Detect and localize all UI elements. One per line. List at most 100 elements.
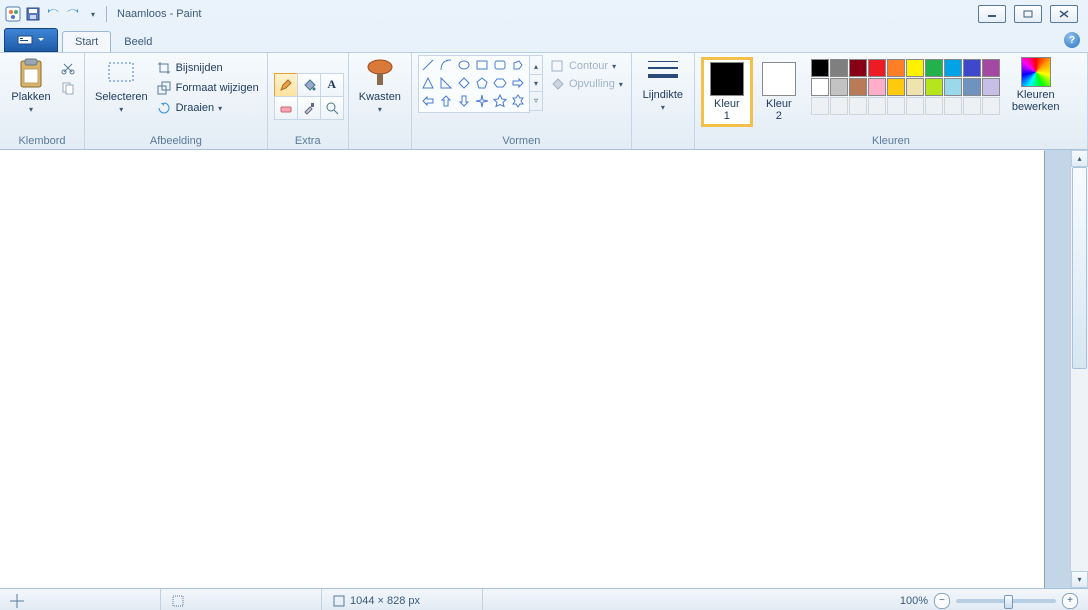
paint-window: ▾ Naamloos - Paint Start Beeld ? Plakken… [0, 0, 1088, 610]
color-swatch[interactable] [811, 59, 829, 77]
pencil-tool[interactable] [274, 73, 298, 97]
kwasten-button[interactable]: Kwasten▾ [355, 55, 405, 118]
scroll-down-arrow[interactable]: ▾ [1071, 571, 1088, 588]
bijsnijden-button[interactable]: Bijsnijden [154, 59, 261, 77]
plakken-label: Plakken [11, 91, 50, 103]
star5-icon [493, 94, 507, 108]
color-swatch-empty[interactable] [906, 97, 924, 115]
canvas[interactable] [0, 150, 1044, 588]
scroll-up-arrow[interactable]: ▴ [1071, 150, 1088, 167]
color-swatch-empty[interactable] [982, 97, 1000, 115]
help-icon[interactable]: ? [1064, 32, 1080, 48]
minimize-button[interactable] [978, 5, 1006, 23]
color-swatch[interactable] [982, 59, 1000, 77]
workspace: ▴ ▾ [0, 150, 1088, 588]
color-swatch-empty[interactable] [811, 97, 829, 115]
contour-button[interactable]: Contour ▾ [547, 57, 625, 75]
app-icon[interactable] [4, 5, 22, 23]
color-swatch[interactable] [830, 59, 848, 77]
crop-icon [156, 60, 172, 76]
color-swatch[interactable] [944, 78, 962, 96]
kleur2-button[interactable]: Kleur 2 [753, 57, 805, 127]
color-swatch[interactable] [906, 59, 924, 77]
color-swatch[interactable] [982, 78, 1000, 96]
plakken-button[interactable]: Plakken▾ [6, 55, 56, 118]
pentagon-icon [475, 76, 489, 90]
group-afbeelding: Selecteren▾ Bijsnijden Formaat wijzigen … [85, 53, 268, 149]
group-klembord: Plakken▾ Klembord [0, 53, 85, 149]
opvulling-button[interactable]: Opvulling ▾ [547, 75, 625, 93]
color-swatch[interactable] [849, 59, 867, 77]
picker-tool[interactable] [297, 96, 321, 120]
color-swatch[interactable] [963, 78, 981, 96]
color-swatch[interactable] [944, 59, 962, 77]
undo-icon[interactable] [44, 5, 62, 23]
magnifier-tool[interactable] [320, 96, 344, 120]
color-swatch-empty[interactable] [925, 97, 943, 115]
canvas-size-icon [332, 594, 346, 608]
triangle-icon [421, 76, 435, 90]
color-swatch-empty[interactable] [830, 97, 848, 115]
star6-icon [511, 94, 525, 108]
color-swatch-empty[interactable] [887, 97, 905, 115]
arrow-right-icon [511, 76, 525, 90]
cursor-pos-cell [0, 589, 161, 610]
file-menu-button[interactable] [4, 28, 58, 52]
shapes-scroll-down[interactable]: ▾ [530, 74, 542, 91]
color-swatch[interactable] [963, 59, 981, 77]
zoom-slider[interactable] [956, 599, 1056, 603]
eraser-tool[interactable] [274, 96, 298, 120]
shapes-scroll-up[interactable]: ▴ [530, 58, 542, 74]
color-swatch[interactable] [925, 59, 943, 77]
shapes-expand[interactable]: ▿ [530, 91, 542, 108]
color-swatch[interactable] [906, 78, 924, 96]
rotate-icon [156, 100, 172, 116]
shapes-gallery[interactable] [418, 55, 530, 113]
color-swatch[interactable] [849, 78, 867, 96]
qat-customize-icon[interactable]: ▾ [84, 5, 102, 23]
tab-beeld[interactable]: Beeld [111, 31, 165, 52]
color-swatch[interactable] [925, 78, 943, 96]
color-swatch-empty[interactable] [868, 97, 886, 115]
lijndikte-button[interactable]: Lijndikte▾ [638, 55, 688, 116]
fill-tool[interactable] [297, 73, 321, 97]
close-button[interactable] [1050, 5, 1078, 23]
kleur1-button[interactable]: Kleur 1 [701, 57, 753, 127]
cut-button[interactable] [58, 59, 78, 77]
oval-icon [457, 58, 471, 72]
color-swatch[interactable] [811, 78, 829, 96]
redo-icon[interactable] [64, 5, 82, 23]
kleuren-bewerken-button[interactable]: Kleuren bewerken [1008, 55, 1064, 115]
group-lijndikte: Lijndikte▾ [632, 53, 695, 149]
vertical-scrollbar[interactable]: ▴ ▾ [1070, 150, 1088, 588]
color-swatch[interactable] [887, 59, 905, 77]
maximize-button[interactable] [1014, 5, 1042, 23]
kleur1-label: Kleur 1 [714, 98, 740, 122]
text-tool[interactable]: A [320, 73, 344, 97]
color-swatch-empty[interactable] [849, 97, 867, 115]
formaat-button[interactable]: Formaat wijzigen [154, 79, 261, 97]
tab-start[interactable]: Start [62, 31, 111, 52]
save-icon[interactable] [24, 5, 42, 23]
canvas-scroll-area[interactable] [0, 150, 1070, 588]
zoom-slider-thumb[interactable] [1004, 595, 1013, 609]
color-swatch[interactable] [887, 78, 905, 96]
selecteren-button[interactable]: Selecteren▾ [91, 55, 152, 118]
copy-button[interactable] [58, 79, 78, 97]
draaien-button[interactable]: Draaien ▾ [154, 99, 261, 117]
color-swatch[interactable] [868, 59, 886, 77]
scroll-thumb[interactable] [1072, 167, 1087, 369]
group-kwasten-label [355, 147, 405, 149]
group-klembord-label: Klembord [6, 135, 78, 149]
color-swatch[interactable] [830, 78, 848, 96]
color-swatch[interactable] [868, 78, 886, 96]
color-swatch-empty[interactable] [963, 97, 981, 115]
arrow-left-icon [421, 94, 435, 108]
arrow-up-icon [439, 94, 453, 108]
crosshair-icon [10, 594, 24, 608]
zoom-in-button[interactable]: + [1062, 593, 1078, 609]
zoom-out-button[interactable]: − [934, 593, 950, 609]
color-swatch-empty[interactable] [944, 97, 962, 115]
window-title: Naamloos - Paint [117, 8, 201, 20]
canvas-size-text: 1044 × 828 px [350, 595, 420, 607]
